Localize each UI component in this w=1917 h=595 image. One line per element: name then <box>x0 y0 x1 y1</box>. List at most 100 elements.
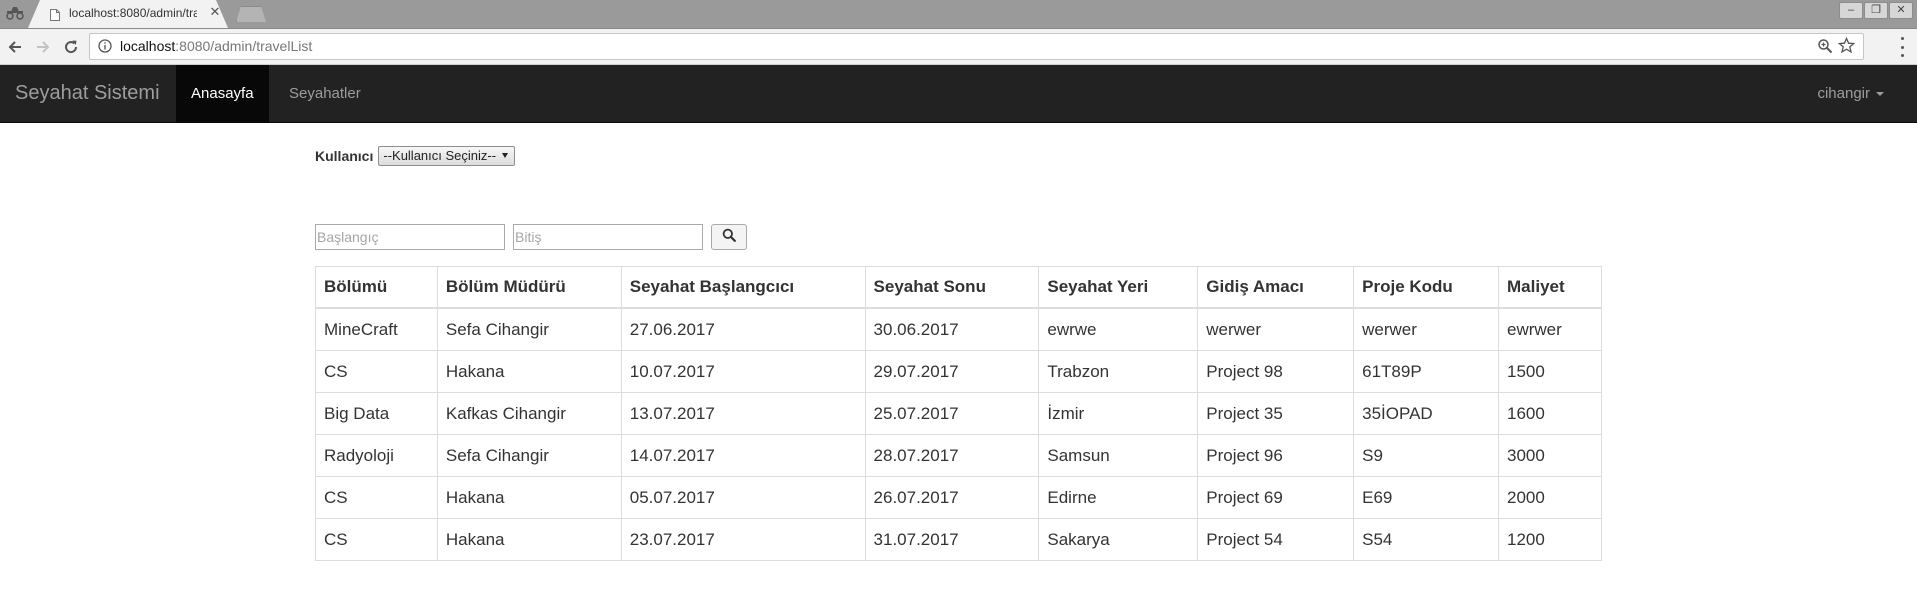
table-cell: Project 98 <box>1197 350 1355 393</box>
table-cell: 31.07.2017 <box>864 518 1040 561</box>
nav-item-anasayfa[interactable]: Anasayfa <box>176 65 269 122</box>
incognito-icon <box>4 6 26 20</box>
table-cell: werwer <box>1353 307 1500 351</box>
table-row: Big Data Kafkas Cihangir 13.07.2017 25.0… <box>315 392 1602 435</box>
column-header: Seyahat Yeri <box>1038 266 1199 309</box>
table-cell: 1500 <box>1498 350 1602 393</box>
table-cell: Hakana <box>436 518 622 561</box>
table-cell: Sefa Cihangir <box>436 434 622 477</box>
table-row: MineCraft Sefa Cihangir 27.06.2017 30.06… <box>315 307 1602 351</box>
column-header: Maliyet <box>1498 266 1602 309</box>
table-row: CS Hakana 05.07.2017 26.07.2017 Edirne P… <box>315 476 1602 519</box>
dropdown-arrow-icon <box>502 153 509 158</box>
table-cell: CS <box>315 476 438 519</box>
close-window-icon[interactable]: ✕ <box>1889 2 1913 19</box>
restore-icon[interactable]: ❐ <box>1864 2 1888 19</box>
table-cell: 61T89P <box>1353 350 1500 393</box>
column-header: Gidiş Amacı <box>1197 266 1355 309</box>
column-header: Seyahat Sonu <box>864 266 1040 309</box>
table-cell: Project 54 <box>1197 518 1355 561</box>
app-navbar: Seyahat Sistemi Anasayfa Seyahatler ciha… <box>0 65 1917 123</box>
table-cell: S54 <box>1353 518 1500 561</box>
table-cell: 30.06.2017 <box>864 307 1040 351</box>
travel-table: Bölümü Bölüm Müdürü Seyahat Başlangcıcı … <box>315 266 1602 561</box>
table-row: Radyoloji Sefa Cihangir 14.07.2017 28.07… <box>315 434 1602 477</box>
column-header: Seyahat Başlangcıcı <box>620 266 866 309</box>
table-cell: S9 <box>1353 434 1500 477</box>
user-select-value: --Kullanıcı Seçiniz-- <box>383 148 497 163</box>
reload-icon[interactable] <box>61 37 81 57</box>
forward-arrow-icon[interactable] <box>33 37 53 57</box>
table-cell: 05.07.2017 <box>620 476 866 519</box>
url-host: localhost <box>120 38 176 54</box>
start-date-input[interactable] <box>315 224 505 250</box>
user-filter: Kullanıcı --Kullanıcı Seçiniz-- <box>315 146 516 166</box>
close-tab-icon[interactable]: ✕ <box>208 5 222 19</box>
table-cell: 26.07.2017 <box>864 476 1040 519</box>
back-arrow-icon[interactable] <box>5 37 25 57</box>
minimize-icon[interactable]: – <box>1839 2 1863 19</box>
table-cell: CS <box>315 518 438 561</box>
table-cell: 10.07.2017 <box>620 350 866 393</box>
bookmark-star-icon[interactable] <box>1837 36 1856 54</box>
table-cell: 1200 <box>1498 518 1602 561</box>
table-row: CS Hakana 23.07.2017 31.07.2017 Sakarya … <box>315 518 1602 561</box>
url-text: localhost:8080/admin/travelList <box>120 38 312 54</box>
table-cell: Project 96 <box>1197 434 1355 477</box>
caret-down-icon <box>1876 92 1884 97</box>
page-icon <box>50 8 60 21</box>
search-icon <box>722 228 736 247</box>
table-cell: Samsun <box>1038 434 1199 477</box>
table-cell: 14.07.2017 <box>620 434 866 477</box>
user-select[interactable]: --Kullanıcı Seçiniz-- <box>378 146 516 166</box>
table-cell: 35İOPAD <box>1353 392 1500 435</box>
table-cell: MineCraft <box>315 307 438 351</box>
zoom-icon[interactable] <box>1817 38 1833 54</box>
info-icon[interactable] <box>98 39 112 53</box>
table-cell: werwer <box>1197 307 1355 351</box>
table-cell: ewrwe <box>1038 307 1199 351</box>
table-cell: E69 <box>1353 476 1500 519</box>
browser-tab-strip: localhost:8080/admin/travelList ✕ – ❐ ✕ <box>0 0 1917 29</box>
user-filter-label: Kullanıcı <box>315 148 374 164</box>
brand-title[interactable]: Seyahat Sistemi <box>15 82 160 104</box>
table-cell: Project 69 <box>1197 476 1355 519</box>
browser-tab[interactable]: localhost:8080/admin/travelList <box>28 0 228 28</box>
table-cell: Sakarya <box>1038 518 1199 561</box>
end-date-input[interactable] <box>513 224 703 250</box>
table-cell: 13.07.2017 <box>620 392 866 435</box>
column-header: Proje Kodu <box>1353 266 1500 309</box>
search-button[interactable] <box>711 224 747 250</box>
column-header: Bölümü <box>315 266 438 309</box>
table-cell: Radyoloji <box>315 434 438 477</box>
nav-item-seyahatler[interactable]: Seyahatler <box>274 65 376 122</box>
table-cell: Project 35 <box>1197 392 1355 435</box>
table-cell: 28.07.2017 <box>864 434 1040 477</box>
table-cell: CS <box>315 350 438 393</box>
column-header: Bölüm Müdürü <box>436 266 622 309</box>
new-tab-button[interactable] <box>236 6 266 22</box>
table-cell: Kafkas Cihangir <box>436 392 622 435</box>
address-bar[interactable]: localhost:8080/admin/travelList <box>89 33 1864 60</box>
table-cell: 2000 <box>1498 476 1602 519</box>
table-cell: Hakana <box>436 350 622 393</box>
table-cell: 27.06.2017 <box>620 307 866 351</box>
url-path: :8080/admin/travelList <box>175 38 313 54</box>
table-cell: İzmir <box>1038 392 1199 435</box>
table-cell: Trabzon <box>1038 350 1199 393</box>
browser-toolbar: localhost:8080/admin/travelList <box>0 29 1917 65</box>
table-cell: 25.07.2017 <box>864 392 1040 435</box>
table-cell: Edirne <box>1038 476 1199 519</box>
table-cell: 3000 <box>1498 434 1602 477</box>
table-cell: Hakana <box>436 476 622 519</box>
table-cell: 23.07.2017 <box>620 518 866 561</box>
user-menu[interactable]: cihangir <box>1817 65 1884 122</box>
table-cell: Big Data <box>315 392 438 435</box>
user-name: cihangir <box>1817 85 1870 102</box>
table-cell: 1600 <box>1498 392 1602 435</box>
table-cell: 29.07.2017 <box>864 350 1040 393</box>
table-header-row: Bölümü Bölüm Müdürü Seyahat Başlangcıcı … <box>315 266 1602 309</box>
tab-title: localhost:8080/admin/travelList <box>69 6 197 20</box>
browser-menu-icon[interactable] <box>1898 37 1906 57</box>
table-cell: ewrwer <box>1498 307 1602 351</box>
